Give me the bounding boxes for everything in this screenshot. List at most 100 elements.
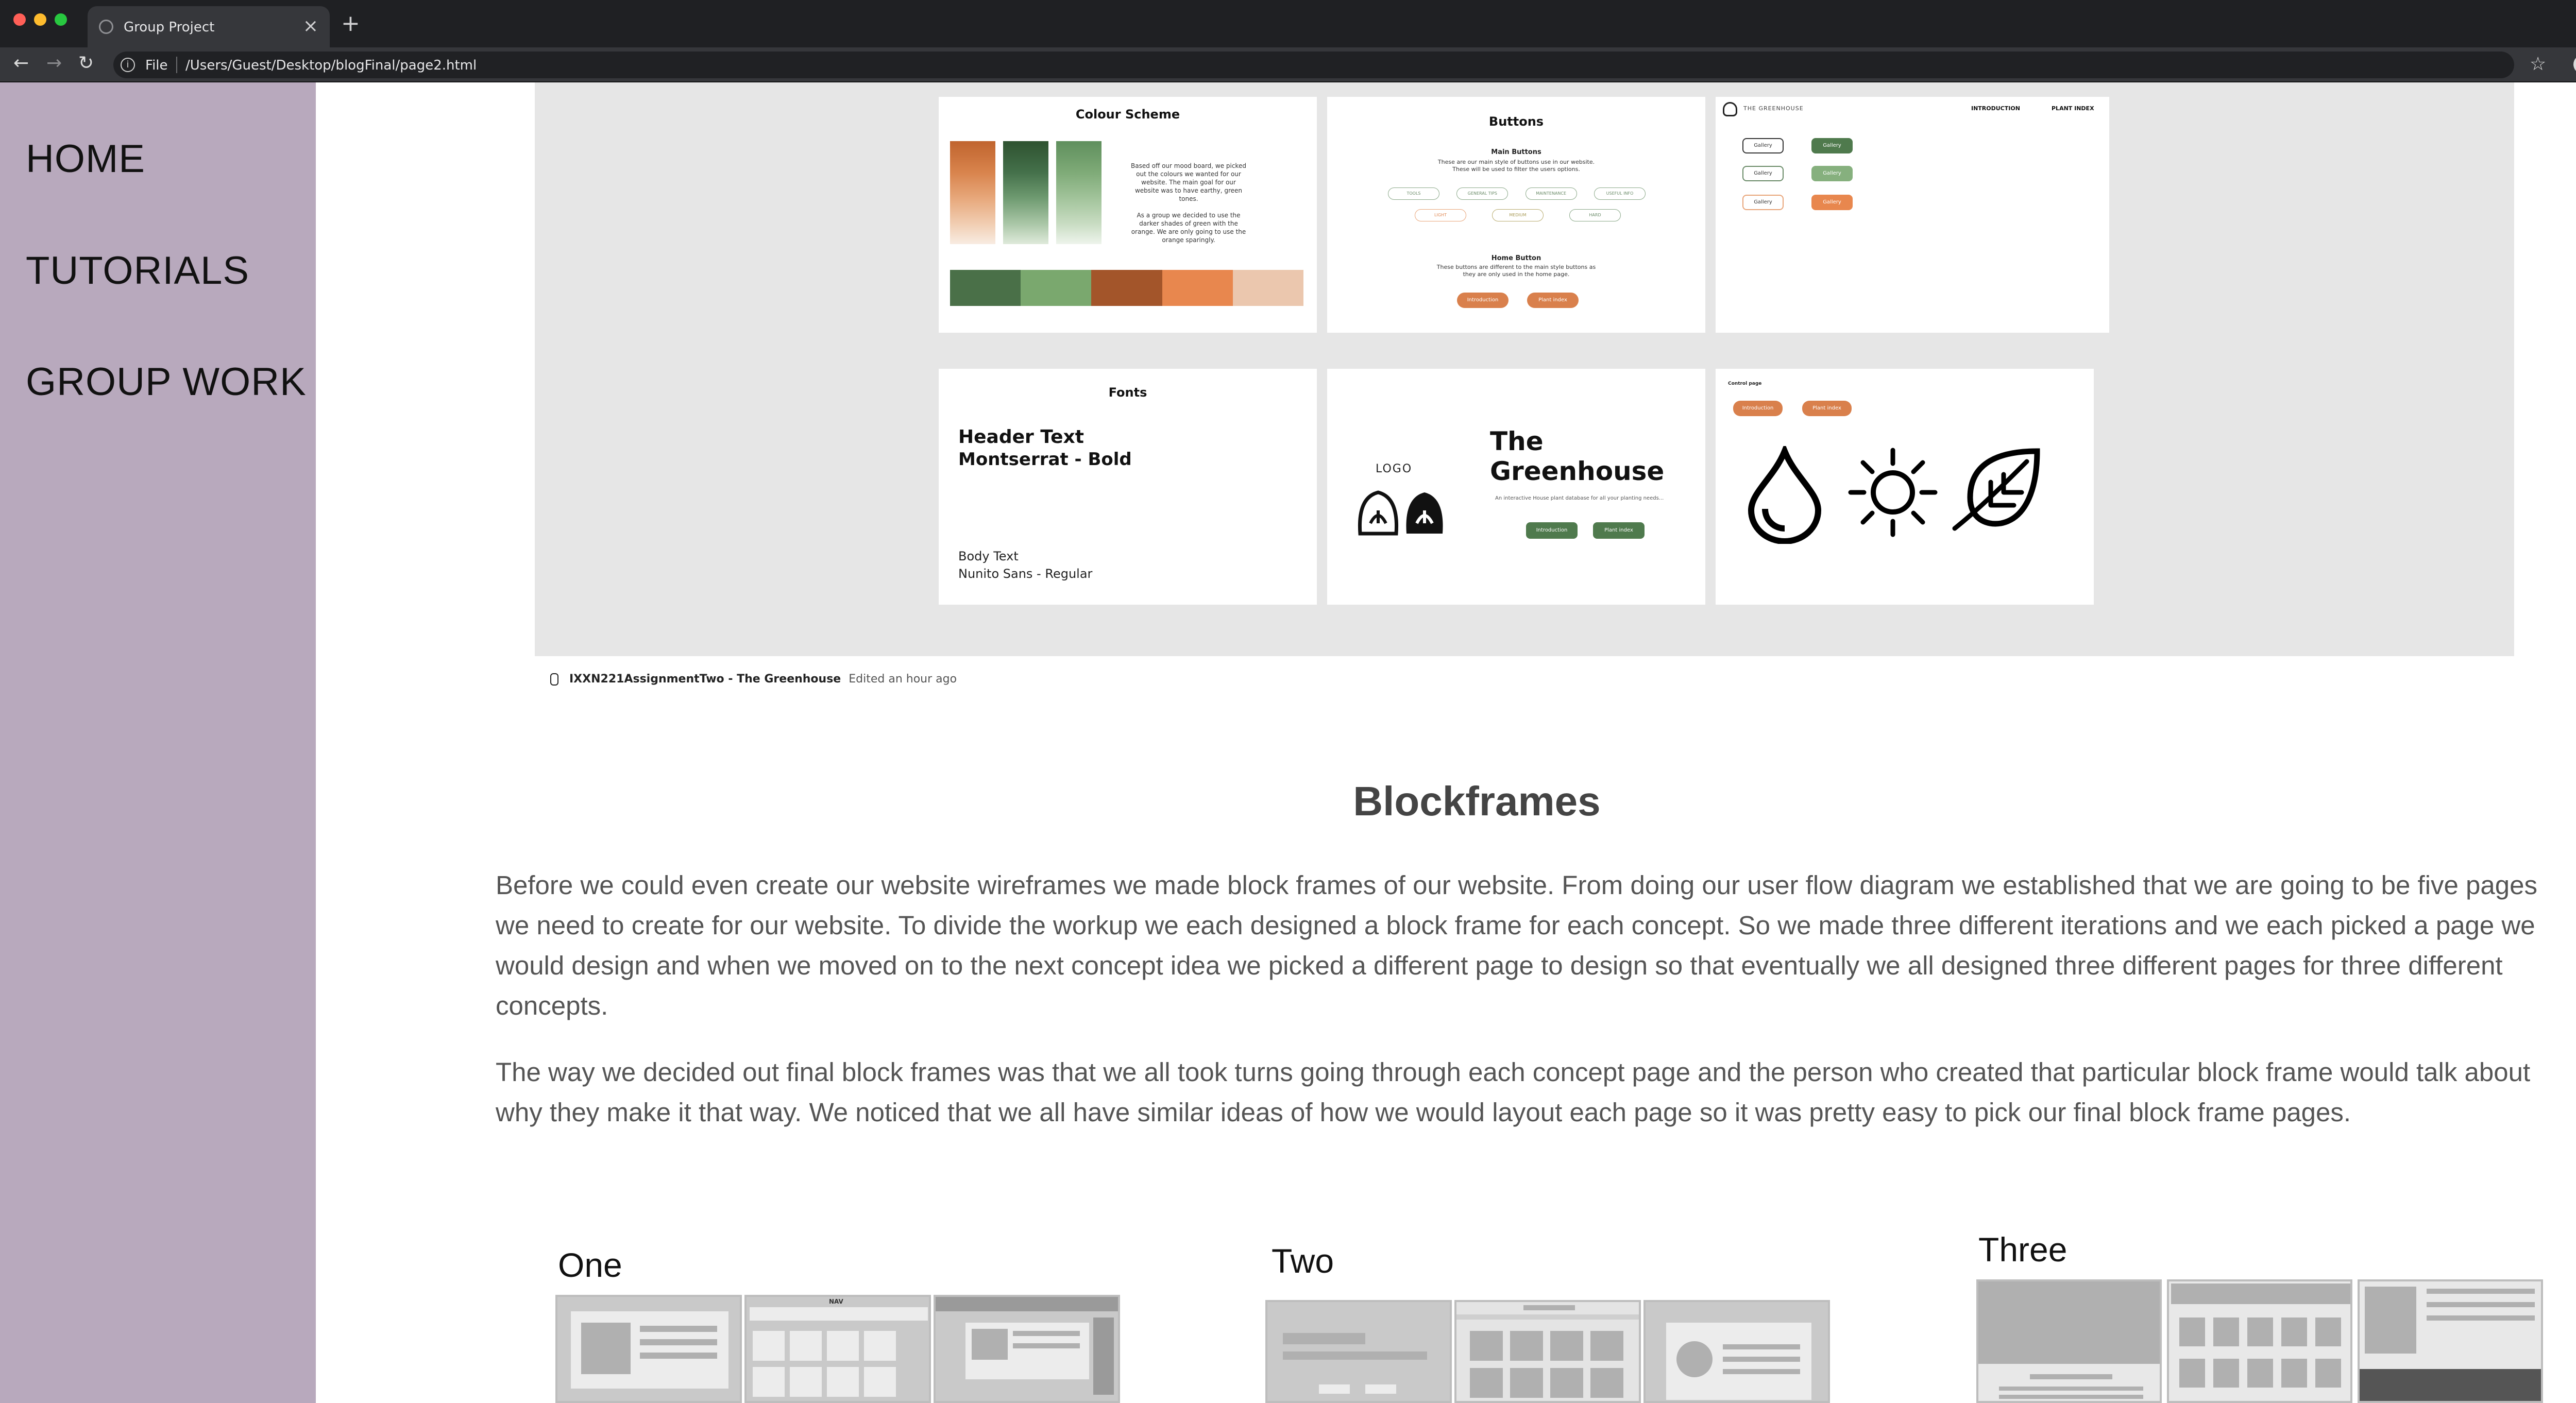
new-tab-button[interactable]: + [341, 10, 360, 37]
url-field[interactable]: i File /Users/Guest/Desktop/blogFinal/pa… [113, 52, 2514, 78]
nav-link-home[interactable]: HOME [26, 136, 145, 181]
info-icon[interactable]: i [121, 58, 135, 72]
logo-title-line1: The [1490, 426, 1544, 456]
swatch-dark-green [950, 270, 1021, 306]
fonts-card: Fonts Header Text Montserrat - Bold Body… [939, 369, 1317, 605]
colour-swatch-strip [950, 270, 1304, 306]
greenhouse-logo-icon [1723, 102, 1737, 116]
figma-caption: IXXN221AssignmentTwo - The Greenhouse Ed… [550, 673, 957, 686]
main-button-general-tips[interactable]: GENERAL TIPS [1456, 187, 1509, 200]
fonts-title: Fonts [1108, 385, 1147, 400]
blockframe-two-thumb-3[interactable] [1643, 1300, 1830, 1403]
globe-icon [99, 20, 113, 34]
colour-scheme-title: Colour Scheme [1075, 107, 1180, 122]
sidebar: HOME TUTORIALS GROUP WORK [0, 82, 316, 1403]
blockframes-paragraph-2: The way we decided out final block frame… [496, 1057, 2531, 1127]
buttons-card: Buttons Main Buttons These are our main … [1327, 97, 1705, 333]
figma-embed[interactable]: Colour Scheme Based off our mood board, … [535, 82, 2514, 656]
main-button-light[interactable]: LIGHT [1415, 209, 1466, 221]
nav-link-group-work[interactable]: GROUP WORK [26, 360, 307, 404]
header-font-family: Montserrat - Bold [958, 449, 1132, 470]
orange-palette [950, 141, 995, 244]
main-buttons-heading: Main Buttons [1491, 148, 1541, 156]
close-tab-icon[interactable]: × [303, 15, 318, 37]
nav-introduction[interactable]: INTRODUCTION [1971, 105, 2020, 112]
blockframe-one-nav-label: NAV [829, 1298, 843, 1305]
url-divider [176, 57, 177, 73]
figma-edited-time: Edited an hour ago [849, 673, 957, 686]
colour-scheme-description: Based off our mood board, we picked out … [1129, 162, 1248, 244]
logo-label: LOGO [1376, 463, 1413, 475]
blockframe-two-thumb-2[interactable] [1454, 1300, 1641, 1403]
sun-icon [1848, 448, 1938, 537]
maximize-window-button[interactable] [55, 13, 67, 26]
nav-brand: THE GREENHOUSE [1743, 105, 1804, 112]
blockframes-heading: Blockframes [1353, 778, 1601, 824]
address-bar-row: ← → ↻ i File /Users/Guest/Desktop/blogFi… [0, 47, 2576, 82]
main-button-medium[interactable]: MEDIUM [1492, 209, 1544, 221]
icons-card: Control page Introduction Plant index [1716, 369, 2094, 605]
profile-icon[interactable] [2573, 55, 2576, 74]
logo-introduction-button[interactable]: Introduction [1526, 522, 1578, 539]
logo-card: LOGO The Greenhouse An interactive House… [1327, 369, 1705, 605]
main-buttons-description: These are our main style of buttons use … [1437, 159, 1595, 173]
blockframe-three-thumb-1[interactable] [1976, 1279, 2162, 1403]
colour-desc-p2: As a group we decided to use the darker … [1131, 212, 1246, 244]
home-button-description: These buttons are different to the main … [1436, 264, 1596, 278]
main-button-useful-info[interactable]: USEFUL INFO [1594, 187, 1646, 200]
blockframes-paragraph-1: Before we could even create our website … [496, 870, 2538, 1020]
home-button-heading: Home Button [1491, 254, 1541, 262]
nav-link-tutorials[interactable]: TUTORIALS [26, 248, 249, 293]
gallery-button-filled-2[interactable]: Gallery [1811, 166, 1853, 181]
main-buttons-row1: TOOLS GENERAL TIPS MAINTENANCE USEFUL IN… [1388, 187, 1646, 200]
buttons-title: Buttons [1488, 114, 1544, 129]
leaf-icon [1952, 448, 2040, 531]
colour-desc-p1: Based off our mood board, we picked out … [1131, 162, 1246, 202]
bookmark-star-icon[interactable]: ☆ [2530, 54, 2546, 75]
blockframe-two-label: Two [1272, 1242, 1334, 1280]
blockframe-two-thumb-1[interactable] [1265, 1300, 1452, 1403]
figma-file-name[interactable]: IXXN221AssignmentTwo - The Greenhouse [569, 673, 841, 686]
header-font-name: Header Text [958, 426, 1084, 448]
greenhouse-logo-icon [1358, 490, 1443, 536]
logo-description: An interactive House plant database for … [1495, 495, 1664, 501]
home-button-introduction[interactable]: Introduction [1457, 293, 1509, 308]
colour-scheme-card: Colour Scheme Based off our mood board, … [939, 97, 1317, 333]
minimize-window-button[interactable] [34, 13, 46, 26]
blockframe-three-thumb-2[interactable] [2167, 1279, 2352, 1403]
blockframe-one-thumb-2[interactable]: NAV [744, 1295, 931, 1403]
gallery-button-outline-2[interactable]: Gallery [1742, 166, 1784, 181]
swatch-rust [1091, 270, 1162, 306]
logo-plant-index-button[interactable]: Plant index [1593, 522, 1645, 539]
control-introduction-button[interactable]: Introduction [1733, 401, 1783, 416]
gallery-button-outline-3[interactable]: Gallery [1742, 195, 1784, 210]
home-button-plant-index[interactable]: Plant index [1527, 293, 1579, 308]
reload-icon[interactable]: ↻ [78, 53, 94, 74]
nav-gallery-card: THE GREENHOUSE INTRODUCTION PLANT INDEX … [1716, 97, 2109, 333]
body-font-family: Nunito Sans - Regular [958, 567, 1093, 581]
body-font-name: Body Text [958, 549, 1019, 563]
forward-arrow-icon[interactable]: → [46, 53, 62, 74]
main-button-maintenance[interactable]: MAINTENANCE [1525, 187, 1577, 200]
control-page-title: Control page [1728, 381, 1762, 386]
swatch-light-green [1021, 270, 1092, 306]
blockframe-one-thumb-1[interactable] [555, 1295, 742, 1403]
browser-tab[interactable]: Group Project × [88, 6, 330, 47]
main-buttons-row2: LIGHT MEDIUM HARD [1415, 209, 1621, 221]
nav-plant-index[interactable]: PLANT INDEX [2052, 105, 2094, 112]
url-scheme: File [145, 58, 168, 73]
gallery-button-filled-3[interactable]: Gallery [1811, 195, 1853, 210]
control-plant-index-button[interactable]: Plant index [1802, 401, 1852, 416]
browser-tab-bar: Group Project × + [0, 0, 2576, 47]
main-button-hard[interactable]: HARD [1569, 209, 1621, 221]
gallery-button-filled-1[interactable]: Gallery [1811, 138, 1853, 153]
back-arrow-icon[interactable]: ← [13, 53, 29, 74]
url-path: /Users/Guest/Desktop/blogFinal/page2.htm… [185, 58, 477, 73]
close-window-button[interactable] [13, 13, 26, 26]
blockframe-one-thumb-3[interactable] [934, 1295, 1120, 1403]
blockframe-one-label: One [558, 1246, 622, 1284]
main-button-tools[interactable]: TOOLS [1388, 187, 1439, 200]
gallery-button-outline-1[interactable]: Gallery [1742, 138, 1784, 153]
water-drop-icon [1748, 446, 1822, 544]
blockframe-three-thumb-3[interactable] [2358, 1279, 2543, 1403]
